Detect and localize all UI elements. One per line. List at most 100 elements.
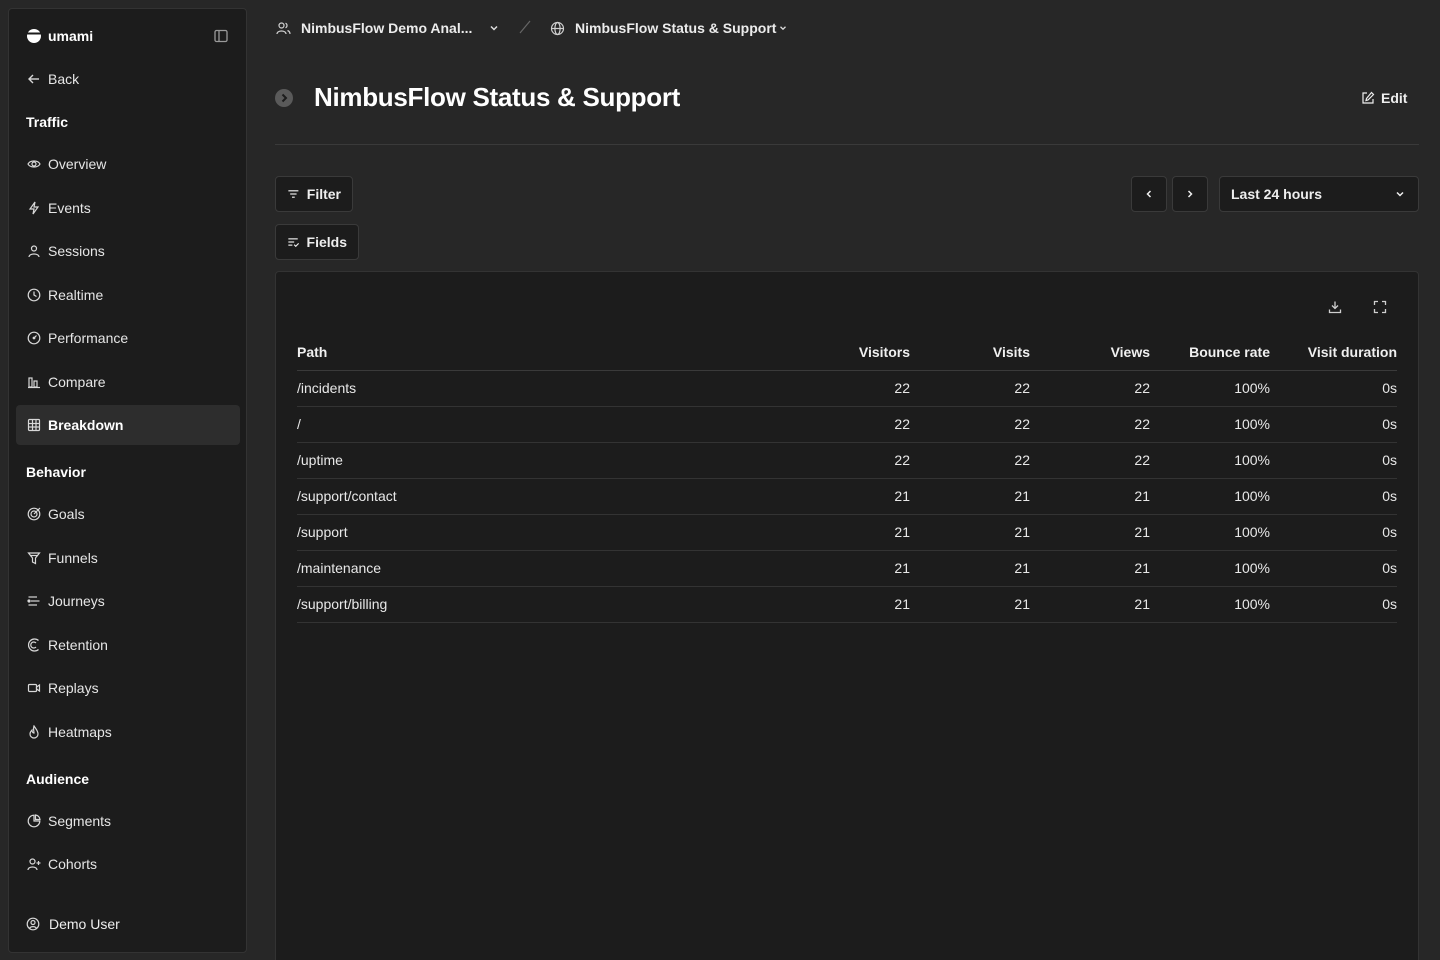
cell-visits: 21 [910,478,1030,515]
cell-path: / [297,406,790,443]
cell-path: /incidents [297,370,790,407]
cell-bounce-rate: 100% [1150,478,1270,515]
globe-icon [550,21,565,35]
cell-path: /support/billing [297,586,790,623]
cell-views: 21 [1030,550,1150,587]
cell-visits: 21 [910,514,1030,551]
user-name: Demo User [49,916,120,932]
next-period-button[interactable] [1172,176,1208,212]
table-row[interactable]: /support 21 21 21 100% 0s [297,514,1397,551]
eye-icon [27,160,41,168]
column-header-path[interactable]: Path [297,334,790,371]
brand-name: umami [48,28,94,44]
table-row[interactable]: /support/contact 21 21 21 100% 0s [297,478,1397,515]
cell-visitors: 21 [790,514,910,551]
sidebar-item-label: Performance [48,330,129,346]
edit-label: Edit [1381,90,1408,106]
team-selector[interactable]: NimbusFlow Demo Anal... [276,17,500,39]
sidebar-item-compare[interactable]: Compare [16,362,240,402]
sidebar-item-label: Retention [48,637,108,653]
favicon-icon [275,88,293,107]
sidebar-item-label: Events [48,200,91,216]
column-header-visitors[interactable]: Visitors [790,334,910,371]
sidebar-item-cohorts[interactable]: Cohorts [16,844,240,884]
filter-label: Filter [306,186,341,202]
user-menu[interactable]: Demo User [26,916,120,932]
cell-visitors: 22 [790,370,910,407]
cell-visit-duration: 0s [1270,478,1397,515]
filter-icon [288,190,299,198]
sidebar-collapse-icon[interactable] [214,29,228,43]
fields-label: Fields [306,234,347,250]
cell-visit-duration: 0s [1270,514,1397,551]
route-icon [27,596,40,606]
column-header-views[interactable]: Views [1030,334,1150,371]
edit-button[interactable]: Edit [1361,90,1407,106]
sidebar-item-journeys[interactable]: Journeys [16,581,240,621]
sidebar-item-label: Realtime [48,287,104,303]
arrow-left-icon [28,74,39,84]
cell-bounce-rate: 100% [1150,550,1270,587]
cell-views: 22 [1030,406,1150,443]
pie-chart-icon [27,814,41,828]
sidebar-item-replays[interactable]: Replays [16,668,240,708]
sidebar-item-heatmaps[interactable]: Heatmaps [16,712,240,752]
sidebar-item-breakdown[interactable]: Breakdown [16,405,240,445]
cell-bounce-rate: 100% [1150,406,1270,443]
sidebar-item-events[interactable]: Events [16,188,240,228]
grid-icon [27,418,41,432]
brand-logo[interactable]: umami [26,28,93,44]
sidebar-item-sessions[interactable]: Sessions [16,231,240,271]
sidebar-item-realtime[interactable]: Realtime [16,275,240,315]
table-row[interactable]: /support/billing 21 21 21 100% 0s [297,586,1397,623]
fields-button[interactable]: Fields [275,224,359,260]
column-header-bounce-rate[interactable]: Bounce rate [1150,334,1270,371]
sidebar-item-label: Journeys [48,593,105,609]
section-audience: Audience [26,771,90,787]
website-name: NimbusFlow Status & Support [575,20,777,36]
back-link[interactable]: Back [16,59,240,99]
flame-icon [29,725,39,739]
column-header-visit-duration[interactable]: Visit duration [1270,334,1397,371]
filter-button[interactable]: Filter [275,176,353,212]
chevron-left-icon [1146,190,1152,198]
gauge-icon [27,331,41,345]
table-row[interactable]: /maintenance 21 21 21 100% 0s [297,550,1397,587]
cell-visitors: 21 [790,550,910,587]
users-icon [276,21,291,34]
sidebar-item-retention[interactable]: Retention [16,625,240,665]
cell-views: 22 [1030,370,1150,407]
table-header-row: Path Visitors Visits Views Bounce rate V… [297,334,1397,371]
header-divider [275,144,1419,145]
breakdown-table: Path Visitors Visits Views Bounce rate V… [297,334,1397,623]
cell-visits: 22 [910,406,1030,443]
user-plus-icon [27,858,41,871]
expand-icon[interactable] [1373,300,1387,314]
funnel-icon [27,552,41,565]
cell-visits: 22 [910,370,1030,407]
table-row[interactable]: / 22 22 22 100% 0s [297,406,1397,443]
website-selector[interactable]: NimbusFlow Status & Support [550,17,788,39]
sidebar-item-performance[interactable]: Performance [16,318,240,358]
sidebar: umami Back Traffic Overview Events Sessi… [8,8,247,953]
cell-views: 21 [1030,586,1150,623]
column-header-visits[interactable]: Visits [910,334,1030,371]
clock-icon [27,288,41,302]
sidebar-item-label: Sessions [48,243,105,259]
sidebar-item-label: Overview [48,156,107,172]
cell-bounce-rate: 100% [1150,514,1270,551]
date-range-select[interactable]: Last 24 hours [1219,176,1419,212]
cell-bounce-rate: 100% [1150,586,1270,623]
sidebar-item-label: Compare [48,374,106,390]
cell-visit-duration: 0s [1270,370,1397,407]
sidebar-item-overview[interactable]: Overview [16,144,240,184]
download-icon[interactable] [1328,300,1342,314]
table-row[interactable]: /uptime 22 22 22 100% 0s [297,442,1397,479]
sidebar-item-funnels[interactable]: Funnels [16,538,240,578]
pencil-icon [1362,91,1375,104]
sidebar-item-segments[interactable]: Segments [16,801,240,841]
table-row[interactable]: /incidents 22 22 22 100% 0s [297,370,1397,407]
user-circle-icon [26,917,40,931]
sidebar-item-goals[interactable]: Goals [16,494,240,534]
previous-period-button[interactable] [1131,176,1167,212]
